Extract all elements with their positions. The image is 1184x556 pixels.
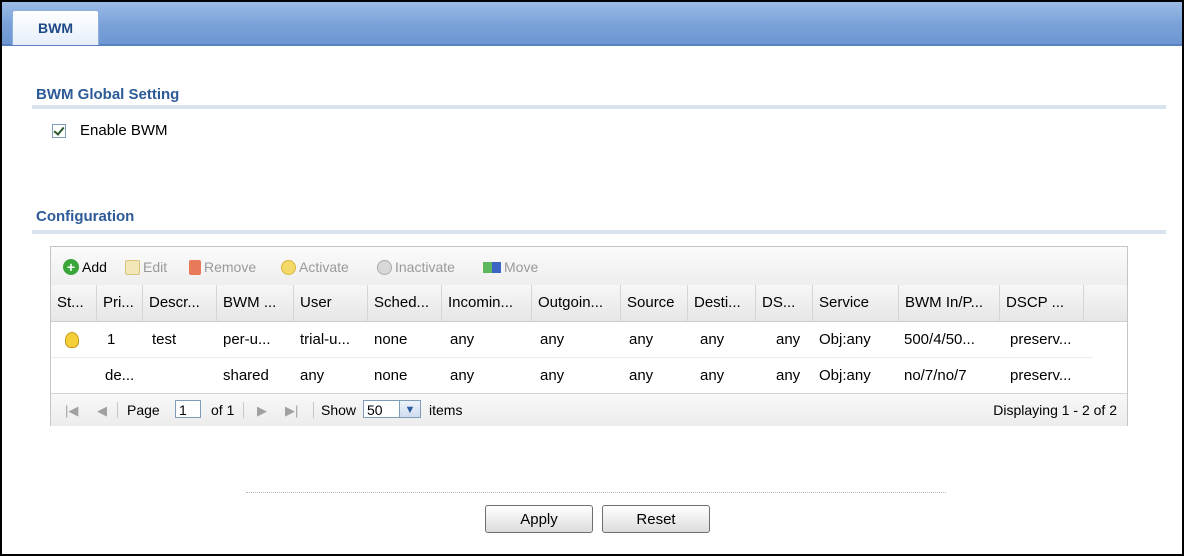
row-user: trial-u... [300,331,351,348]
enable-bwm-label: Enable BWM [80,122,168,139]
inactivate-label: Inactivate [395,259,455,275]
row-dscp-marking: preserv... [1010,367,1072,384]
edit-button[interactable]: Edit [125,257,167,277]
col-incoming[interactable]: Incomin... [442,285,532,321]
row-outgoing: any [540,367,565,384]
edit-label: Edit [143,259,168,275]
row-destination: any [700,367,725,384]
bulb-on-icon [65,332,79,349]
row-bwm-in-priority: 500/4/50... [904,331,975,348]
show-label: Show [321,402,357,418]
page-size-value[interactable]: 50 [363,400,399,418]
edit-icon [125,259,140,275]
bulb-off-icon [377,259,392,275]
grid-header: St... Pri... Descr... BWM ... User Sched… [51,285,1127,322]
page-label: Page [127,402,160,418]
apply-button[interactable]: Apply [485,505,593,533]
row-bwm-type: shared [223,367,269,384]
global-setting-title: BWM Global Setting [36,86,180,103]
enable-bwm-row: Enable BWM [52,122,168,139]
move-icon [483,261,501,273]
col-dscp[interactable]: DS... [756,285,813,321]
col-description[interactable]: Descr... [143,285,217,321]
tab-bar: BWM [2,2,1182,46]
row-priority: 1 [107,331,116,348]
row-outgoing: any [540,331,565,348]
configuration-title: Configuration [36,208,135,225]
displaying-status: Displaying 1 - 2 of 2 [993,402,1117,418]
row-schedule: none [374,331,408,348]
pager-separator [117,402,118,418]
col-user[interactable]: User [294,285,368,321]
chevron-down-icon[interactable]: ▼ [399,400,421,418]
row-bwm-type: per-u... [223,331,271,348]
inactivate-button[interactable]: Inactivate [377,257,455,277]
pager-separator [243,402,244,418]
section-divider [32,230,1166,234]
bulb-icon [281,259,296,275]
col-schedule[interactable]: Sched... [368,285,442,321]
row-bwm-in-priority: no/7/no/7 [904,367,967,384]
row-dscp: any [776,331,801,348]
last-page-icon[interactable]: ▶| [285,403,298,419]
add-icon: + [63,259,79,275]
row-status-cell [51,322,97,357]
row-service: Obj:any [819,367,871,384]
next-page-icon[interactable]: ▶ [257,403,267,419]
row-service: Obj:any [819,331,871,348]
first-page-icon[interactable]: |◀ [65,403,78,419]
page-count-label: of 1 [211,402,235,418]
remove-button[interactable]: Remove [189,257,256,277]
col-source[interactable]: Source [621,285,688,321]
enable-bwm-checkbox[interactable] [52,123,66,138]
row-dscp: any [776,367,801,384]
col-priority[interactable]: Pri... [97,285,143,321]
activate-label: Activate [299,259,349,275]
trash-icon [189,259,201,275]
section-divider [32,105,1166,109]
add-label: Add [82,259,107,275]
col-bwm-type[interactable]: BWM ... [217,285,294,321]
bwm-panel: BWM BWM Global Setting Enable BWM Config… [0,0,1184,556]
remove-label: Remove [204,259,257,275]
row-status-cell [51,358,97,393]
row-incoming: any [450,367,475,384]
row-user: any [300,367,325,384]
prev-page-icon[interactable]: ◀ [97,403,107,419]
add-button[interactable]: + Add [63,257,107,277]
row-source: any [629,331,654,348]
col-destination[interactable]: Desti... [688,285,756,321]
col-bwm-in-priority[interactable]: BWM In/P... [899,285,1000,321]
row-incoming: any [450,331,475,348]
grid-pager: |◀ ◀ Page 1 of 1 ▶ ▶| Show 50 ▼ items Di… [51,393,1127,426]
row-description: test [152,331,177,348]
row-dscp-marking: preserv... [1010,331,1072,348]
col-dscp-marking[interactable]: DSCP ... [1000,285,1084,321]
tab-bwm[interactable]: BWM [12,10,99,45]
bwm-rules-grid: + Add Edit Remove Activate Inactivate Mo… [50,246,1128,426]
reset-button[interactable]: Reset [602,505,710,533]
page-number-input[interactable]: 1 [175,400,201,418]
row-schedule: none [374,367,408,384]
row-priority: de... [105,367,135,384]
row-destination: any [700,331,725,348]
table-row[interactable]: 1 test per-u... trial-u... none any any … [51,322,1093,358]
pager-separator [313,402,314,418]
move-label: Move [504,259,539,275]
move-button[interactable]: Move [483,257,538,277]
activate-button[interactable]: Activate [281,257,349,277]
table-row[interactable]: de... shared any none any any any any an… [51,358,1093,394]
row-source: any [629,367,654,384]
col-service[interactable]: Service [813,285,899,321]
items-label: items [429,402,463,418]
row-description [143,358,217,393]
col-status[interactable]: St... [51,285,97,321]
footer-divider [246,492,946,493]
grid-toolbar: + Add Edit Remove Activate Inactivate Mo… [51,247,1127,286]
col-outgoing[interactable]: Outgoin... [532,285,621,321]
